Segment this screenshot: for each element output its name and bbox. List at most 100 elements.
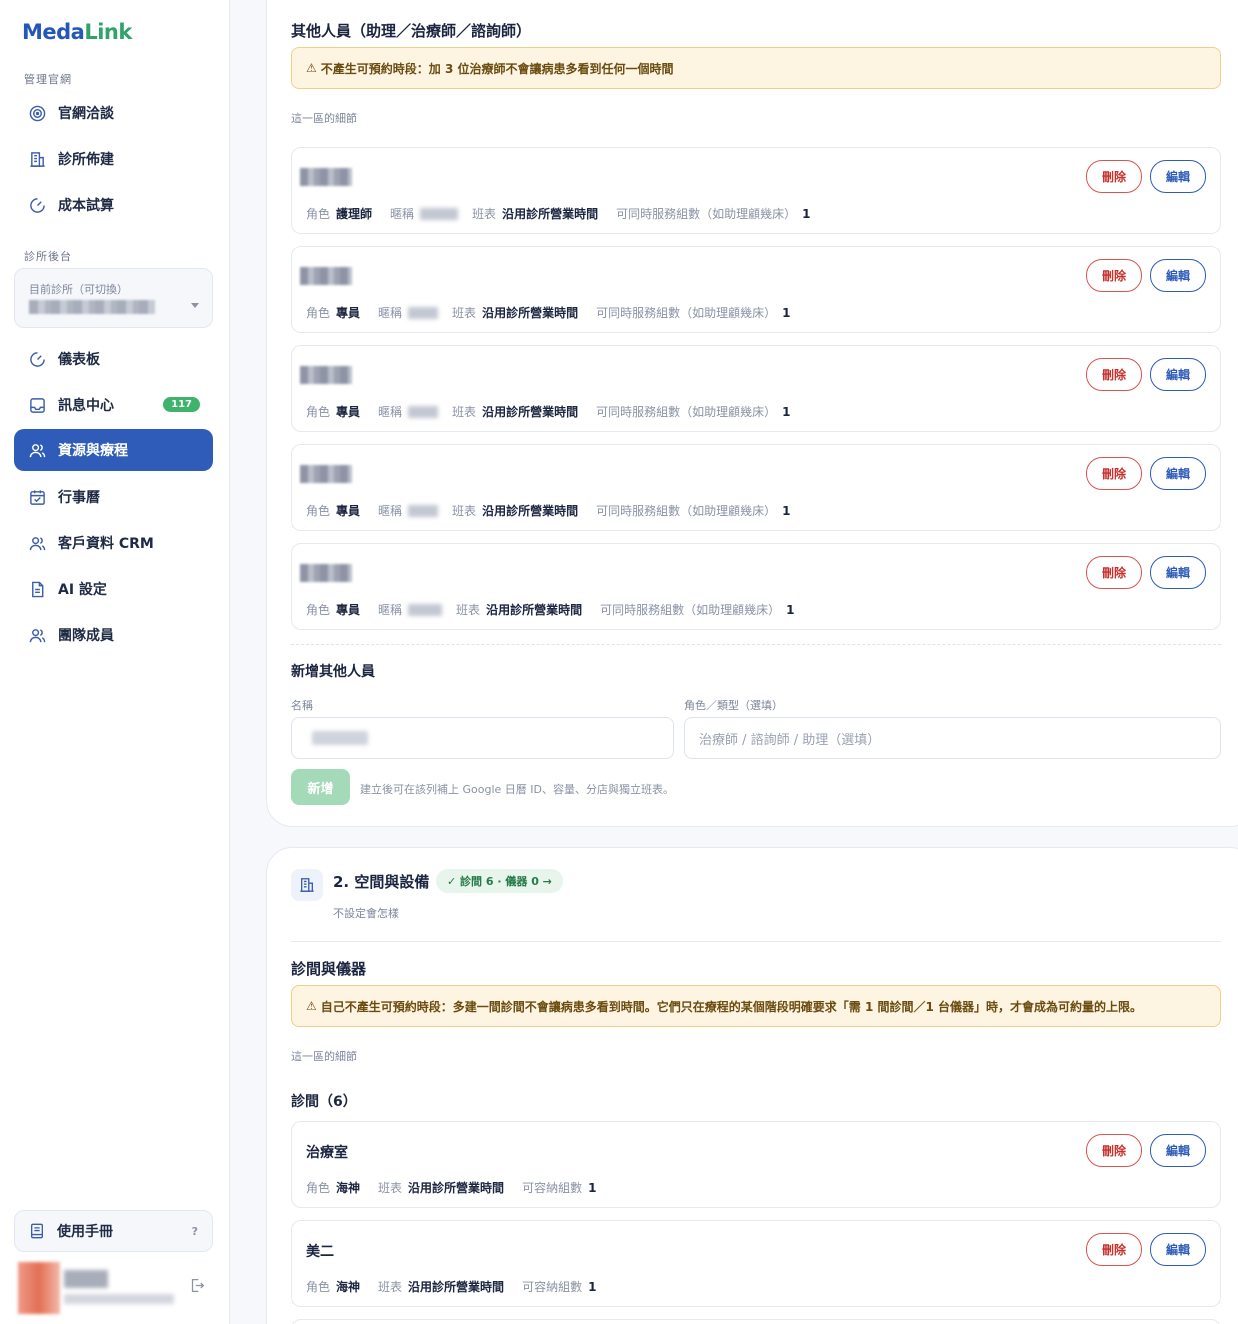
target-icon: [28, 104, 46, 122]
staff-row: 刪除 編輯 角色 專員 暱稱 班表 沿用診所營業時間 可同時服務組數（如助理顧幾床）…: [291, 345, 1221, 432]
sidebar-item-resources[interactable]: 資源與療程: [14, 429, 213, 471]
clinic-switcher-label: 目前診所（可切換）: [29, 283, 128, 296]
room-row: 治療室 刪除 編輯 角色 海神 班表 沿用診所營業時間 可容納組數 1: [291, 1121, 1221, 1208]
delete-button[interactable]: 刪除: [1086, 160, 1142, 193]
edit-button[interactable]: 編輯: [1150, 457, 1206, 490]
staff-row: 刪除 編輯 角色 護理師 暱稱 班表 沿用診所營業時間 可同時服務組數（如助理顧幾床…: [291, 147, 1221, 234]
edit-button[interactable]: 編輯: [1150, 259, 1206, 292]
name-input[interactable]: [291, 717, 674, 759]
sidebar-item-crm[interactable]: 客戶資料 CRM: [14, 522, 213, 564]
room-row: [291, 1319, 1221, 1324]
gauge-icon: [28, 350, 46, 368]
book-icon: [29, 1223, 45, 1239]
details-toggle[interactable]: 這一區的細節: [291, 1048, 357, 1064]
add-staff-button[interactable]: 新增: [291, 769, 350, 805]
add-hint: 建立後可在該列補上 Google 日曆 ID、容量、分店與獨立班表。: [360, 783, 674, 796]
clinic-switcher[interactable]: 目前診所（可切換）: [14, 268, 213, 328]
details-toggle[interactable]: 這一區的細節: [291, 110, 357, 126]
role-input[interactable]: 治療師 / 諮詢師 / 助理（選填）: [684, 717, 1221, 759]
divider: [291, 941, 1221, 942]
clinic-name-redacted: [29, 300, 155, 314]
unread-badge: 117: [163, 397, 200, 412]
manual-label: 使用手冊: [57, 1224, 113, 1240]
delete-button[interactable]: 刪除: [1086, 358, 1142, 391]
sidebar-item-team[interactable]: 團隊成員: [14, 614, 213, 656]
edit-button[interactable]: 編輯: [1150, 1233, 1206, 1266]
name-field-label: 名稱: [291, 699, 313, 712]
users-icon: [28, 626, 46, 644]
add-staff-title: 新增其他人員: [291, 664, 375, 680]
avatar[interactable]: [18, 1262, 60, 1314]
sidebar-item-calendar[interactable]: 行事曆: [14, 476, 213, 518]
logout-icon[interactable]: [190, 1278, 205, 1297]
edit-button[interactable]: 編輯: [1150, 556, 1206, 589]
sidebar-item-ai-settings[interactable]: AI 設定: [14, 568, 213, 610]
sidebar-section-label: 診所後台: [24, 250, 72, 263]
space-section-subtitle[interactable]: 不設定會怎樣: [333, 905, 399, 921]
staff-row-meta: 角色 專員 暱稱 班表 沿用診所營業時間 可同時服務組數（如助理顧幾床） 1: [306, 305, 791, 321]
edit-button[interactable]: 編輯: [1150, 1134, 1206, 1167]
staff-row: 刪除 編輯 角色 專員 暱稱 班表 沿用診所營業時間 可同時服務組數（如助理顧幾床）…: [291, 543, 1221, 630]
staff-row: 刪除 編輯 角色 專員 暱稱 班表 沿用診所營業時間 可同時服務組數（如助理顧幾床）…: [291, 246, 1221, 333]
name-input-redacted: [312, 731, 368, 745]
sidebar-item-messages[interactable]: 訊息中心 117: [14, 384, 213, 426]
staff-row: 刪除 編輯 角色 專員 暱稱 班表 沿用診所營業時間 可同時服務組數（如助理顧幾床）…: [291, 444, 1221, 531]
delete-button[interactable]: 刪除: [1086, 259, 1142, 292]
building-icon: [28, 150, 46, 168]
sidebar-item-label: 官網洽談: [58, 106, 114, 122]
help-icon: ?: [191, 1224, 198, 1238]
rooms-equipment-title: 診間與儀器: [291, 960, 367, 978]
sidebar-item-label: 行事曆: [58, 490, 100, 506]
delete-button[interactable]: 刪除: [1086, 457, 1142, 490]
sidebar-item-label: 儀表板: [58, 352, 100, 368]
delete-button[interactable]: 刪除: [1086, 1134, 1142, 1167]
edit-button[interactable]: 編輯: [1150, 160, 1206, 193]
space-section-title: 2. 空間與設備: [333, 873, 430, 891]
document-icon: [28, 580, 46, 598]
manual-button[interactable]: 使用手冊 ?: [14, 1210, 213, 1252]
room-row-meta: 角色 海神 班表 沿用診所營業時間 可容納組數 1: [306, 1180, 597, 1196]
sidebar-item-website-chat[interactable]: 官網洽談: [14, 92, 213, 134]
user-name-redacted: [64, 1270, 108, 1288]
rooms-count-title: 診間（6）: [291, 1094, 357, 1110]
sidebar: MedaLink 管理官網 官網洽談 診所佈建 成本試算 診所後台 目前診所（可…: [0, 0, 230, 1324]
staff-row-meta: 角色 護理師 暱稱 班表 沿用診所營業時間 可同時服務組數（如助理顧幾床） 1: [306, 206, 811, 222]
sidebar-item-label: 客戶資料 CRM: [58, 536, 154, 552]
staff-name-redacted: [300, 168, 352, 186]
sidebar-section-label: 管理官網: [24, 73, 72, 86]
users-icon: [28, 441, 46, 459]
gauge-icon: [28, 196, 46, 214]
inbox-icon: [28, 396, 46, 414]
room-name: 美二: [306, 1244, 334, 1260]
staff-name-redacted: [300, 465, 352, 483]
staff-name-redacted: [300, 564, 352, 582]
staff-name-redacted: [300, 267, 352, 285]
sidebar-item-label: 訊息中心: [58, 398, 114, 414]
role-field-label: 角色／類型（選填）: [684, 699, 783, 712]
edit-button[interactable]: 編輯: [1150, 358, 1206, 391]
logo[interactable]: MedaLink: [22, 20, 132, 44]
staff-warning: ⚠ 不產生可預約時段：加 3 位治療師不會讓病患多看到任何一個時間: [291, 47, 1221, 89]
staff-name-redacted: [300, 366, 352, 384]
rooms-warning: ⚠ 自己不產生可預約時段：多建一間診間不會讓病患多看到時間。它們只在療程的某個階段…: [291, 985, 1221, 1027]
staff-row-meta: 角色 專員 暱稱 班表 沿用診所營業時間 可同時服務組數（如助理顧幾床） 1: [306, 503, 791, 519]
calendar-icon: [28, 488, 46, 506]
delete-button[interactable]: 刪除: [1086, 556, 1142, 589]
staff-section-title: 其他人員（助理／治療師／諮詢師）: [291, 22, 532, 40]
sidebar-item-label: 團隊成員: [58, 628, 114, 644]
chevron-down-icon: [191, 303, 199, 308]
staff-row-meta: 角色 專員 暱稱 班表 沿用診所營業時間 可同時服務組數（如助理顧幾床） 1: [306, 602, 795, 618]
room-row: 美二 刪除 編輯 角色 海神 班表 沿用診所營業時間 可容納組數 1: [291, 1220, 1221, 1307]
sidebar-item-clinic-setup[interactable]: 診所佈建: [14, 138, 213, 180]
staff-row-meta: 角色 專員 暱稱 班表 沿用診所營業時間 可同時服務組數（如助理顧幾床） 1: [306, 404, 791, 420]
sidebar-item-label: 資源與療程: [58, 443, 128, 459]
warning-icon: ⚠: [306, 999, 317, 1013]
sidebar-item-dashboard[interactable]: 儀表板: [14, 338, 213, 380]
space-status-pill[interactable]: ✓ 診間 6 · 儀器 0 →: [436, 869, 563, 893]
building-icon: [291, 869, 323, 901]
user-email-redacted: [64, 1294, 174, 1304]
delete-button[interactable]: 刪除: [1086, 1233, 1142, 1266]
sidebar-item-cost-calc[interactable]: 成本試算: [14, 184, 213, 226]
users-icon: [28, 534, 46, 552]
room-name: 治療室: [306, 1145, 348, 1161]
